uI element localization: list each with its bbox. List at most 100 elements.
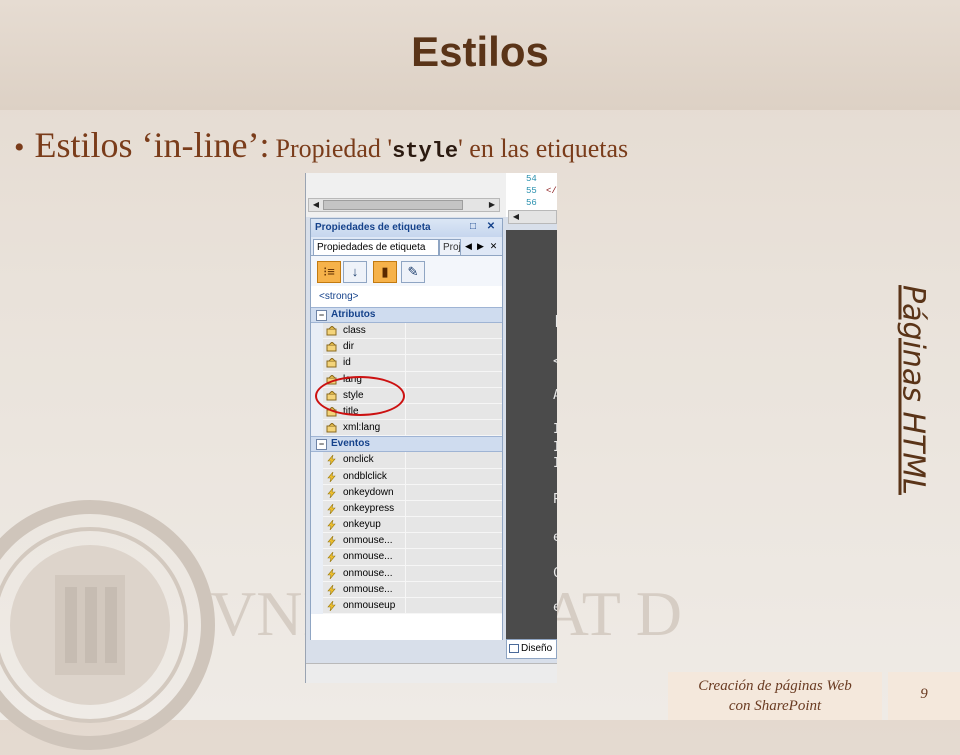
tab-prev-icon[interactable]: ◀: [463, 240, 474, 252]
property-row[interactable]: xml:lang: [311, 420, 502, 437]
code-hscrollbar[interactable]: ◀: [508, 210, 557, 224]
property-value[interactable]: [406, 581, 502, 598]
property-value[interactable]: [406, 500, 502, 518]
code-glyph: [: [553, 314, 557, 329]
property-row[interactable]: id: [311, 355, 502, 372]
event-lightning-icon: [327, 601, 336, 611]
property-value[interactable]: [406, 468, 502, 485]
code-glyph: I: [553, 440, 557, 455]
tab-project[interactable]: Proj: [439, 239, 461, 255]
property-value[interactable]: [406, 387, 502, 404]
style-highlight-ellipse: [315, 376, 405, 416]
property-row[interactable]: onkeyup: [311, 517, 502, 534]
property-name[interactable]: dir: [323, 339, 406, 356]
property-value[interactable]: [406, 339, 502, 356]
property-value[interactable]: [406, 403, 502, 421]
row-gutter: [311, 452, 323, 469]
property-row[interactable]: ondblclick: [311, 468, 502, 485]
tag-properties-panel: Propiedades de etiqueta □ ✕ Propiedades …: [310, 218, 503, 660]
close-icon[interactable]: ✕: [485, 221, 497, 233]
property-value[interactable]: [406, 565, 502, 582]
event-lightning-icon: [327, 471, 336, 482]
property-name[interactable]: onmouse...: [323, 565, 406, 582]
property-value[interactable]: [406, 484, 502, 501]
property-name[interactable]: onkeyup: [323, 517, 406, 534]
code-glyph: e: [553, 530, 557, 545]
line-number: 56: [526, 198, 537, 208]
property-label: class: [343, 325, 366, 336]
tab-tag-properties[interactable]: Propiedades de etiqueta: [313, 239, 439, 255]
property-name[interactable]: xml:lang: [323, 420, 406, 437]
property-label: id: [343, 357, 351, 369]
event-lightning-icon: [327, 503, 336, 514]
scroll-left-icon[interactable]: ◀: [310, 199, 322, 211]
property-row[interactable]: onmouse...: [311, 565, 502, 582]
categorized-icon[interactable]: ⁝≡: [317, 261, 341, 283]
bullet-dot: •: [14, 131, 25, 164]
embedded-screenshot: ◀ ▶ 54 55 56 </ ◀ [ < A I I I P e C e Pr…: [305, 173, 557, 683]
side-label-box: Páginas HTML: [878, 250, 948, 530]
row-gutter: [311, 500, 323, 518]
property-name[interactable]: onkeydown: [323, 484, 406, 501]
property-value[interactable]: [406, 371, 502, 388]
property-value[interactable]: [406, 323, 502, 340]
property-row[interactable]: class: [311, 323, 502, 340]
property-value[interactable]: [406, 533, 502, 550]
property-row[interactable]: dir: [311, 339, 502, 356]
attribute-icon: [326, 326, 337, 336]
property-label: onkeydown: [343, 486, 394, 498]
scrollbar-thumb[interactable]: [323, 200, 463, 210]
bullet-lead: Estilos ‘in-line’:: [34, 125, 270, 165]
group-atributos[interactable]: − Atributos: [311, 307, 502, 323]
restore-icon[interactable]: □: [467, 221, 479, 233]
property-value[interactable]: [406, 420, 502, 437]
sort-az-icon[interactable]: ↓: [343, 261, 367, 283]
scroll-left-icon[interactable]: ◀: [510, 211, 522, 223]
property-name[interactable]: onmouseup: [323, 598, 406, 615]
property-name[interactable]: class: [323, 323, 406, 340]
design-tab[interactable]: Diseño: [506, 639, 557, 659]
property-name[interactable]: onmouse...: [323, 533, 406, 550]
property-value[interactable]: [406, 549, 502, 566]
property-row[interactable]: onclick: [311, 452, 502, 469]
event-lightning-icon: [327, 520, 336, 531]
show-set-properties-icon[interactable]: ▮: [373, 261, 397, 283]
code-fragment: </: [546, 186, 557, 196]
footer-course: Creación de páginas Web con SharePoint: [668, 672, 882, 720]
scroll-right-icon[interactable]: ▶: [486, 199, 498, 211]
property-name[interactable]: id: [323, 355, 406, 372]
slide-title: Estilos: [411, 28, 549, 75]
attribute-icon: [326, 423, 337, 433]
collapse-icon[interactable]: −: [316, 439, 327, 451]
property-row[interactable]: onmouseup: [311, 598, 502, 615]
property-label: onmouseup: [343, 600, 396, 611]
property-value[interactable]: [406, 452, 502, 469]
horizontal-scrollbar[interactable]: ◀ ▶: [308, 198, 500, 212]
tag-properties-icon[interactable]: ✎: [401, 261, 425, 283]
collapse-icon[interactable]: −: [316, 310, 327, 321]
property-row[interactable]: onmouse...: [311, 533, 502, 550]
tab-next-icon[interactable]: ▶: [475, 240, 486, 252]
property-name[interactable]: onmouse...: [323, 549, 406, 566]
property-name[interactable]: onkeypress: [323, 500, 406, 518]
property-label: onclick: [343, 454, 374, 466]
group-eventos[interactable]: − Eventos: [311, 436, 502, 453]
design-view: [ < A I I I P e C e: [506, 230, 557, 640]
bottom-scrollbar[interactable]: [306, 663, 557, 683]
property-value[interactable]: [406, 517, 502, 534]
property-label: onmouse...: [343, 551, 393, 563]
property-row[interactable]: onkeypress: [311, 500, 502, 518]
property-name[interactable]: onclick: [323, 452, 406, 469]
property-row[interactable]: onmouse...: [311, 581, 502, 598]
property-name[interactable]: onmouse...: [323, 581, 406, 598]
property-value[interactable]: [406, 598, 502, 615]
footer-line-1: Creación de páginas Web: [698, 678, 852, 694]
property-value[interactable]: [406, 355, 502, 372]
property-row[interactable]: onkeydown: [311, 484, 502, 501]
property-label: dir: [343, 341, 355, 353]
property-row[interactable]: onmouse...: [311, 549, 502, 566]
property-name[interactable]: ondblclick: [323, 468, 406, 485]
bullet-code: style: [392, 139, 459, 164]
property-label: onkeyup: [343, 519, 381, 531]
tab-close-icon[interactable]: ✕: [488, 240, 499, 252]
